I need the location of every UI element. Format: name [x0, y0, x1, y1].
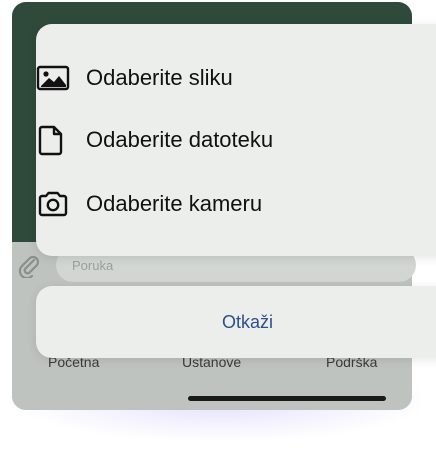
- select-image-label: Odaberite sliku: [86, 65, 233, 90]
- select-camera-label: Odaberite kameru: [86, 191, 263, 216]
- home-indicator: [188, 396, 386, 401]
- select-file-option[interactable]: Odaberite datoteku: [36, 118, 416, 162]
- select-camera-option[interactable]: Odaberite kameru: [36, 182, 416, 226]
- image-icon: [36, 63, 72, 93]
- select-file-label: Odaberite datoteku: [86, 127, 274, 152]
- cancel-label: Otkaži: [222, 312, 274, 332]
- message-placeholder: Poruka: [72, 258, 114, 273]
- screen: Poruka Početna Ustanove Podrška Odaberit…: [0, 0, 436, 450]
- paperclip-icon[interactable]: [18, 252, 40, 280]
- file-icon: [36, 125, 72, 156]
- camera-icon: [36, 189, 72, 219]
- select-image-option[interactable]: Odaberite sliku: [36, 56, 416, 100]
